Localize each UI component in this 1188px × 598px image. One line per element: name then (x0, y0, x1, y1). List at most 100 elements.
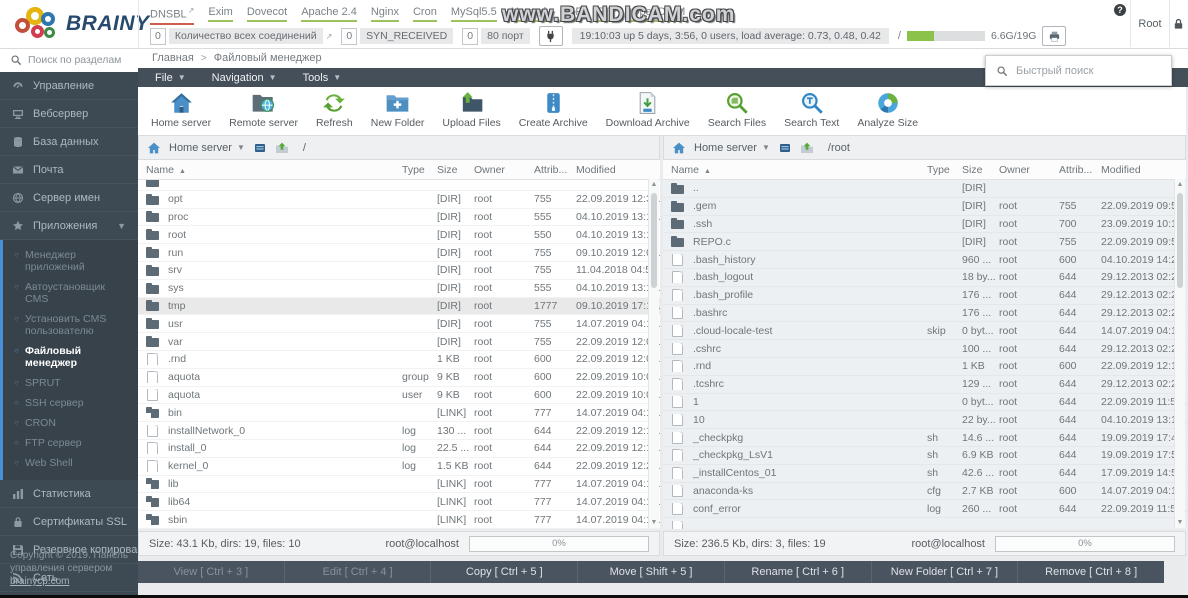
table-row[interactable]: aquota user 9 KB root 600 22.09.2019 10:… (138, 387, 660, 405)
column-header[interactable]: Size (962, 164, 999, 176)
sidebar-item[interactable]: Вебсервер ▼ (0, 100, 138, 128)
table-row[interactable]: .bashrc 176 ... root 644 29.12.2013 02:2… (663, 305, 1186, 323)
column-header[interactable]: Size (437, 164, 474, 176)
scrollbar-thumb[interactable] (1177, 193, 1183, 288)
table-row[interactable]: REPO.c [DIR] root 755 22.09.2019 09:51..… (663, 233, 1186, 251)
connection-counter[interactable]: 0 SYN_RECEIVED ↗ (341, 28, 453, 45)
sidebar-subitem[interactable]: SPRUT (3, 373, 138, 393)
toolbar-button[interactable]: Upload Files (433, 87, 509, 129)
table-row[interactable] (663, 518, 1186, 529)
table-row[interactable]: .ssh [DIR] root 700 23.09.2019 10:15... (663, 216, 1186, 234)
server-select[interactable]: Home server (169, 142, 232, 154)
toolbar-button[interactable]: Analyze Size (848, 87, 927, 129)
table-row[interactable]: var [DIR] root 755 22.09.2019 12:07... (138, 333, 660, 351)
service-link[interactable]: Apache 2.4↗ (301, 6, 357, 22)
column-header[interactable]: Modified (1101, 164, 1186, 176)
scroll-down-icon[interactable]: ▼ (1175, 519, 1185, 526)
column-header[interactable]: Attrib... (534, 164, 576, 176)
table-row[interactable]: bin [LINK] root 777 14.07.2019 04:14... (138, 404, 660, 422)
menubar-item[interactable]: File▼ (142, 68, 199, 87)
scroll-up-icon[interactable]: ▲ (649, 181, 659, 188)
storage-icon[interactable] (253, 141, 267, 155)
table-row[interactable]: root [DIR] root 550 04.10.2019 13:11... (138, 226, 660, 244)
action-button[interactable]: Rename [ Ctrl + 6 ] (725, 561, 872, 583)
table-row[interactable]: sbin [LINK] root 777 14.07.2019 04:14... (138, 511, 660, 529)
scrollbar[interactable]: ▲ ▼ (1174, 179, 1185, 528)
service-link[interactable]: DNSBL↗ (150, 6, 194, 25)
action-button[interactable]: Remove [ Ctrl + 8 ] (1018, 561, 1164, 583)
table-row[interactable]: kernel_0 log 1.5 KB root 644 22.09.2019 … (138, 458, 660, 476)
scrollbar-thumb[interactable] (651, 193, 657, 288)
table-row[interactable]: aquota group 9 KB root 600 22.09.2019 10… (138, 369, 660, 387)
menubar-item[interactable]: Tools▼ (290, 68, 355, 87)
table-row[interactable]: .tcshrc 129 ... root 644 29.12.2013 02:2… (663, 376, 1186, 394)
server-select[interactable]: Home server (694, 142, 757, 154)
scroll-up-icon[interactable]: ▲ (1175, 181, 1185, 188)
column-header[interactable]: Name▲ (146, 164, 402, 176)
quick-search-input[interactable]: Быстрый поиск (985, 55, 1172, 86)
sidebar-item[interactable]: Почта ▼ (0, 156, 138, 184)
scrollbar[interactable]: ▲ ▼ (648, 179, 659, 528)
table-row[interactable]: 1 0 byt... root 644 22.09.2019 11:51... (663, 394, 1186, 412)
service-link[interactable]: Exim↗ (208, 6, 232, 22)
table-row[interactable]: _checkpkg sh 14.6 ... root 644 19.09.201… (663, 429, 1186, 447)
table-row[interactable]: proc [DIR] root 555 04.10.2019 13:14... (138, 209, 660, 227)
connection-counter[interactable]: 0 80 порт ↗ (462, 28, 529, 45)
sidebar-item[interactable]: Приложения ▼ (0, 212, 138, 240)
action-button[interactable]: Copy [ Ctrl + 5 ] (431, 561, 578, 583)
table-row[interactable]: .cshrc 100 ... root 644 29.12.2013 02:26… (663, 340, 1186, 358)
table-row[interactable]: lib [LINK] root 777 14.07.2019 04:14... (138, 476, 660, 494)
user-menu[interactable]: Root (1130, 0, 1170, 47)
sidebar-subitem[interactable]: Web Shell (3, 453, 138, 473)
column-header[interactable]: Attrib... (1059, 164, 1101, 176)
sidebar-item[interactable]: База данных ▼ (0, 128, 138, 156)
service-link[interactable]: Nginx↗ (371, 6, 399, 22)
table-row[interactable]: anaconda-ks cfg 2.7 KB root 600 14.07.20… (663, 483, 1186, 501)
sidebar-subitem[interactable]: SSH сервер (3, 393, 138, 413)
table-row[interactable]: srv [DIR] root 755 11.04.2018 04:59... (138, 262, 660, 280)
sidebar-subitem[interactable]: Автоустановщик CMS (3, 277, 138, 309)
sidebar-subitem[interactable]: CRON (3, 413, 138, 433)
toolbar-button[interactable]: Remote server (220, 87, 307, 129)
toolbar-button[interactable]: Search Files (699, 87, 775, 129)
action-button[interactable]: Move [ Shift + 5 ] (578, 561, 725, 583)
connection-counter[interactable]: 0 Количество всех соединений ↗ (150, 28, 332, 45)
scroll-down-icon[interactable]: ▼ (649, 519, 659, 526)
table-row[interactable]: .cloud-locale-test skip 0 byt... root 64… (663, 322, 1186, 340)
sidebar-subitem[interactable]: Менеджер приложений (3, 245, 138, 277)
table-row[interactable]: opt [DIR] root 755 22.09.2019 12:31... (138, 191, 660, 209)
table-row[interactable]: .. [DIR] (663, 180, 1186, 198)
table-row[interactable]: .rnd 1 KB root 600 22.09.2019 12:03... (138, 351, 660, 369)
table-row[interactable]: conf_error log 260 ... root 644 22.09.20… (663, 500, 1186, 518)
table-row[interactable]: tmp [DIR] root 1777 09.10.2019 17:12... (138, 298, 660, 316)
service-link[interactable]: Cron↗ (413, 6, 437, 22)
service-link[interactable]: MySql5.5↗ (451, 6, 497, 22)
plug-icon[interactable] (539, 26, 563, 46)
column-header[interactable]: Type (927, 164, 962, 176)
sidebar-subitem[interactable]: Файловый менеджер (3, 341, 138, 373)
sidebar-item[interactable]: Управление ▼ (0, 72, 138, 100)
table-row[interactable]: usr [DIR] root 755 14.07.2019 04:14... (138, 315, 660, 333)
brainy-logo[interactable]: BRAINY (14, 5, 150, 43)
folder-up-icon[interactable] (800, 141, 814, 155)
table-row[interactable]: 10 22 by... root 644 04.10.2019 13:11... (663, 411, 1186, 429)
toolbar-button[interactable]: Create Archive (510, 87, 597, 129)
table-row[interactable]: lib64 [LINK] root 777 14.07.2019 04:14..… (138, 493, 660, 511)
service-link[interactable]: Dovecot↗ (247, 6, 287, 22)
menubar-item[interactable]: Navigation▼ (199, 68, 290, 87)
table-row[interactable]: .gem [DIR] root 755 22.09.2019 09:58... (663, 198, 1186, 216)
column-headers[interactable]: Name▲TypeSizeOwnerAttrib...Modified (138, 160, 660, 180)
toolbar-button[interactable]: New Folder (362, 87, 434, 129)
column-header[interactable]: Owner (474, 164, 534, 176)
sidebar-item[interactable]: Сервер имен ▼ (0, 184, 138, 212)
help-icon[interactable]: ? (1114, 4, 1126, 16)
toolbar-button[interactable]: Refresh (307, 87, 362, 129)
sidebar-item[interactable]: Статистика ▼ (0, 480, 138, 508)
action-button[interactable]: New Folder [ Ctrl + 7 ] (872, 561, 1019, 583)
breadcrumb-home[interactable]: Главная (152, 52, 194, 64)
table-row[interactable]: _checkpkg_LsV1 sh 6.9 KB root 644 19.09.… (663, 447, 1186, 465)
sidebar-item[interactable]: Сертификаты SSL ▼ (0, 508, 138, 536)
column-headers[interactable]: Name▲TypeSizeOwnerAttrib...Modified (663, 160, 1186, 180)
table-row[interactable]: _installCentos_01 sh 42.6 ... root 644 1… (663, 465, 1186, 483)
folder-up-icon[interactable] (275, 141, 289, 155)
